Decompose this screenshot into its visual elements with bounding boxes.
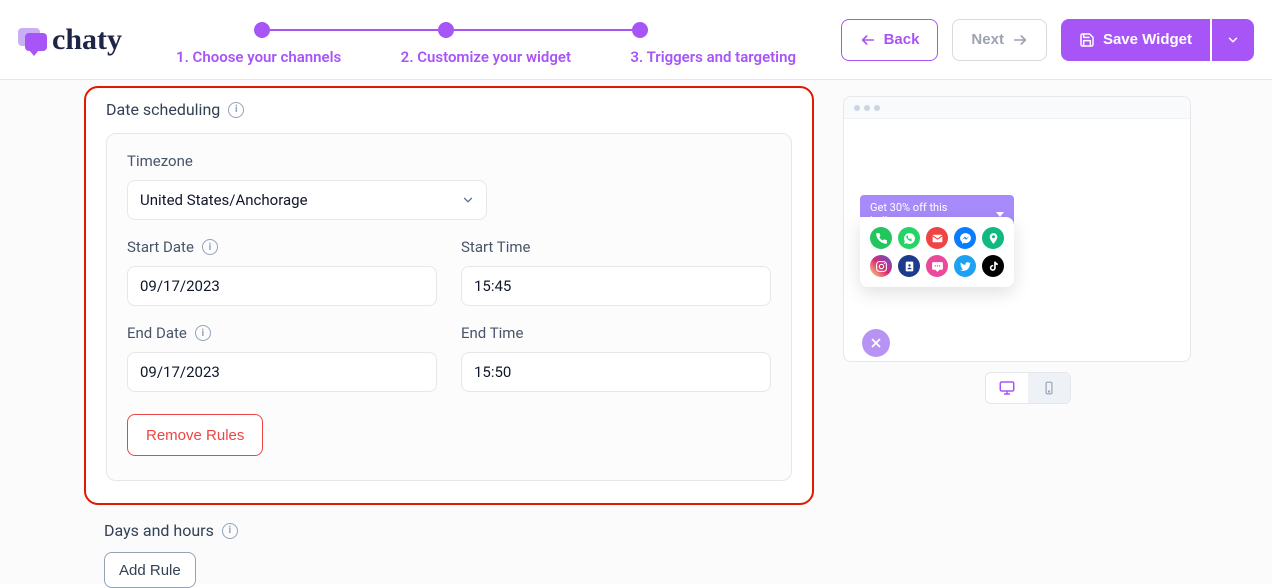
mobile-icon xyxy=(1042,379,1056,397)
wizard-steps: 1. Choose your channels 2. Customize you… xyxy=(176,14,827,66)
end-time-input[interactable] xyxy=(461,352,771,392)
start-time-label: Start Time xyxy=(461,238,530,256)
save-widget-label: Save Widget xyxy=(1103,31,1192,48)
info-icon[interactable]: i xyxy=(195,325,211,341)
whatsapp-channel-icon[interactable] xyxy=(898,227,920,249)
preview-window-chrome xyxy=(844,97,1190,119)
mobile-preview-button[interactable] xyxy=(1028,373,1070,403)
contact-channel-icon[interactable] xyxy=(898,255,920,277)
start-date-input[interactable] xyxy=(127,266,437,306)
close-icon xyxy=(869,336,883,350)
settings-column: Date scheduling i Timezone Start Date i xyxy=(0,80,835,584)
start-time-input[interactable] xyxy=(461,266,771,306)
save-icon xyxy=(1079,32,1095,48)
next-button-label: Next xyxy=(971,31,1004,48)
location-channel-icon[interactable] xyxy=(982,227,1004,249)
brand-logo: chaty xyxy=(18,25,122,55)
arrow-right-icon xyxy=(1012,32,1028,48)
phone-channel-icon[interactable] xyxy=(870,227,892,249)
timezone-label: Timezone xyxy=(127,152,771,170)
save-widget-button[interactable]: Save Widget xyxy=(1061,19,1210,61)
window-dot-icon xyxy=(874,105,880,111)
window-dot-icon xyxy=(854,105,860,111)
device-toggle xyxy=(985,372,1071,404)
window-dot-icon xyxy=(864,105,870,111)
step-label-3[interactable]: 3. Triggers and targeting xyxy=(630,48,796,66)
chat-bubble-icon xyxy=(18,28,46,52)
step-label-2[interactable]: 2. Customize your widget xyxy=(401,48,571,66)
timezone-select[interactable] xyxy=(127,180,487,220)
close-widget-button[interactable] xyxy=(862,329,890,357)
info-icon[interactable]: i xyxy=(202,239,218,255)
email-channel-icon[interactable] xyxy=(926,227,948,249)
step-dot-1[interactable] xyxy=(254,22,270,38)
info-icon[interactable]: i xyxy=(228,102,244,118)
start-date-label: Start Date xyxy=(127,238,194,256)
preview-column: Get 30% off this halloween xyxy=(835,80,1272,584)
top-bar: chaty 1. Choose your channels 2. Customi… xyxy=(0,0,1272,80)
days-hours-section: Days and hours i Add Rule xyxy=(104,521,835,588)
channel-panel xyxy=(860,217,1014,287)
save-widget-dropdown-button[interactable] xyxy=(1212,19,1254,61)
step-connector xyxy=(270,29,438,31)
messenger-channel-icon[interactable] xyxy=(954,227,976,249)
end-date-label: End Date xyxy=(127,324,187,342)
brand-name: chaty xyxy=(52,25,122,55)
tiktok-channel-icon[interactable] xyxy=(982,255,1004,277)
desktop-preview-button[interactable] xyxy=(986,373,1028,403)
back-button[interactable]: Back xyxy=(841,19,939,61)
step-label-1[interactable]: 1. Choose your channels xyxy=(176,48,341,66)
widget-preview: Get 30% off this halloween xyxy=(843,96,1191,362)
end-date-input[interactable] xyxy=(127,352,437,392)
end-time-label: End Time xyxy=(461,324,523,342)
info-icon[interactable]: i xyxy=(222,523,238,539)
twitter-channel-icon[interactable] xyxy=(954,255,976,277)
desktop-icon xyxy=(998,379,1016,397)
next-button[interactable]: Next xyxy=(952,19,1047,61)
step-connector xyxy=(454,29,632,31)
add-rule-label: Add Rule xyxy=(119,562,181,579)
days-hours-title: Days and hours xyxy=(104,521,214,540)
arrow-left-icon xyxy=(860,32,876,48)
remove-rules-button[interactable]: Remove Rules xyxy=(127,414,263,456)
sms-channel-icon[interactable] xyxy=(926,255,948,277)
timezone-select-input[interactable] xyxy=(127,180,487,220)
date-scheduling-section: Date scheduling i Timezone Start Date i xyxy=(84,86,814,505)
main-content: Date scheduling i Timezone Start Date i xyxy=(0,80,1272,584)
date-scheduling-card: Timezone Start Date i xyxy=(106,133,792,481)
chevron-down-icon xyxy=(1226,33,1240,47)
add-rule-button[interactable]: Add Rule xyxy=(104,552,196,588)
step-dot-3[interactable] xyxy=(632,22,648,38)
step-dot-2[interactable] xyxy=(438,22,454,38)
remove-rules-label: Remove Rules xyxy=(146,427,244,444)
save-widget-group: Save Widget xyxy=(1061,19,1254,61)
instagram-channel-icon[interactable] xyxy=(870,255,892,277)
back-button-label: Back xyxy=(884,31,920,48)
date-scheduling-title: Date scheduling xyxy=(106,100,220,119)
chevron-down-icon xyxy=(996,212,1004,217)
